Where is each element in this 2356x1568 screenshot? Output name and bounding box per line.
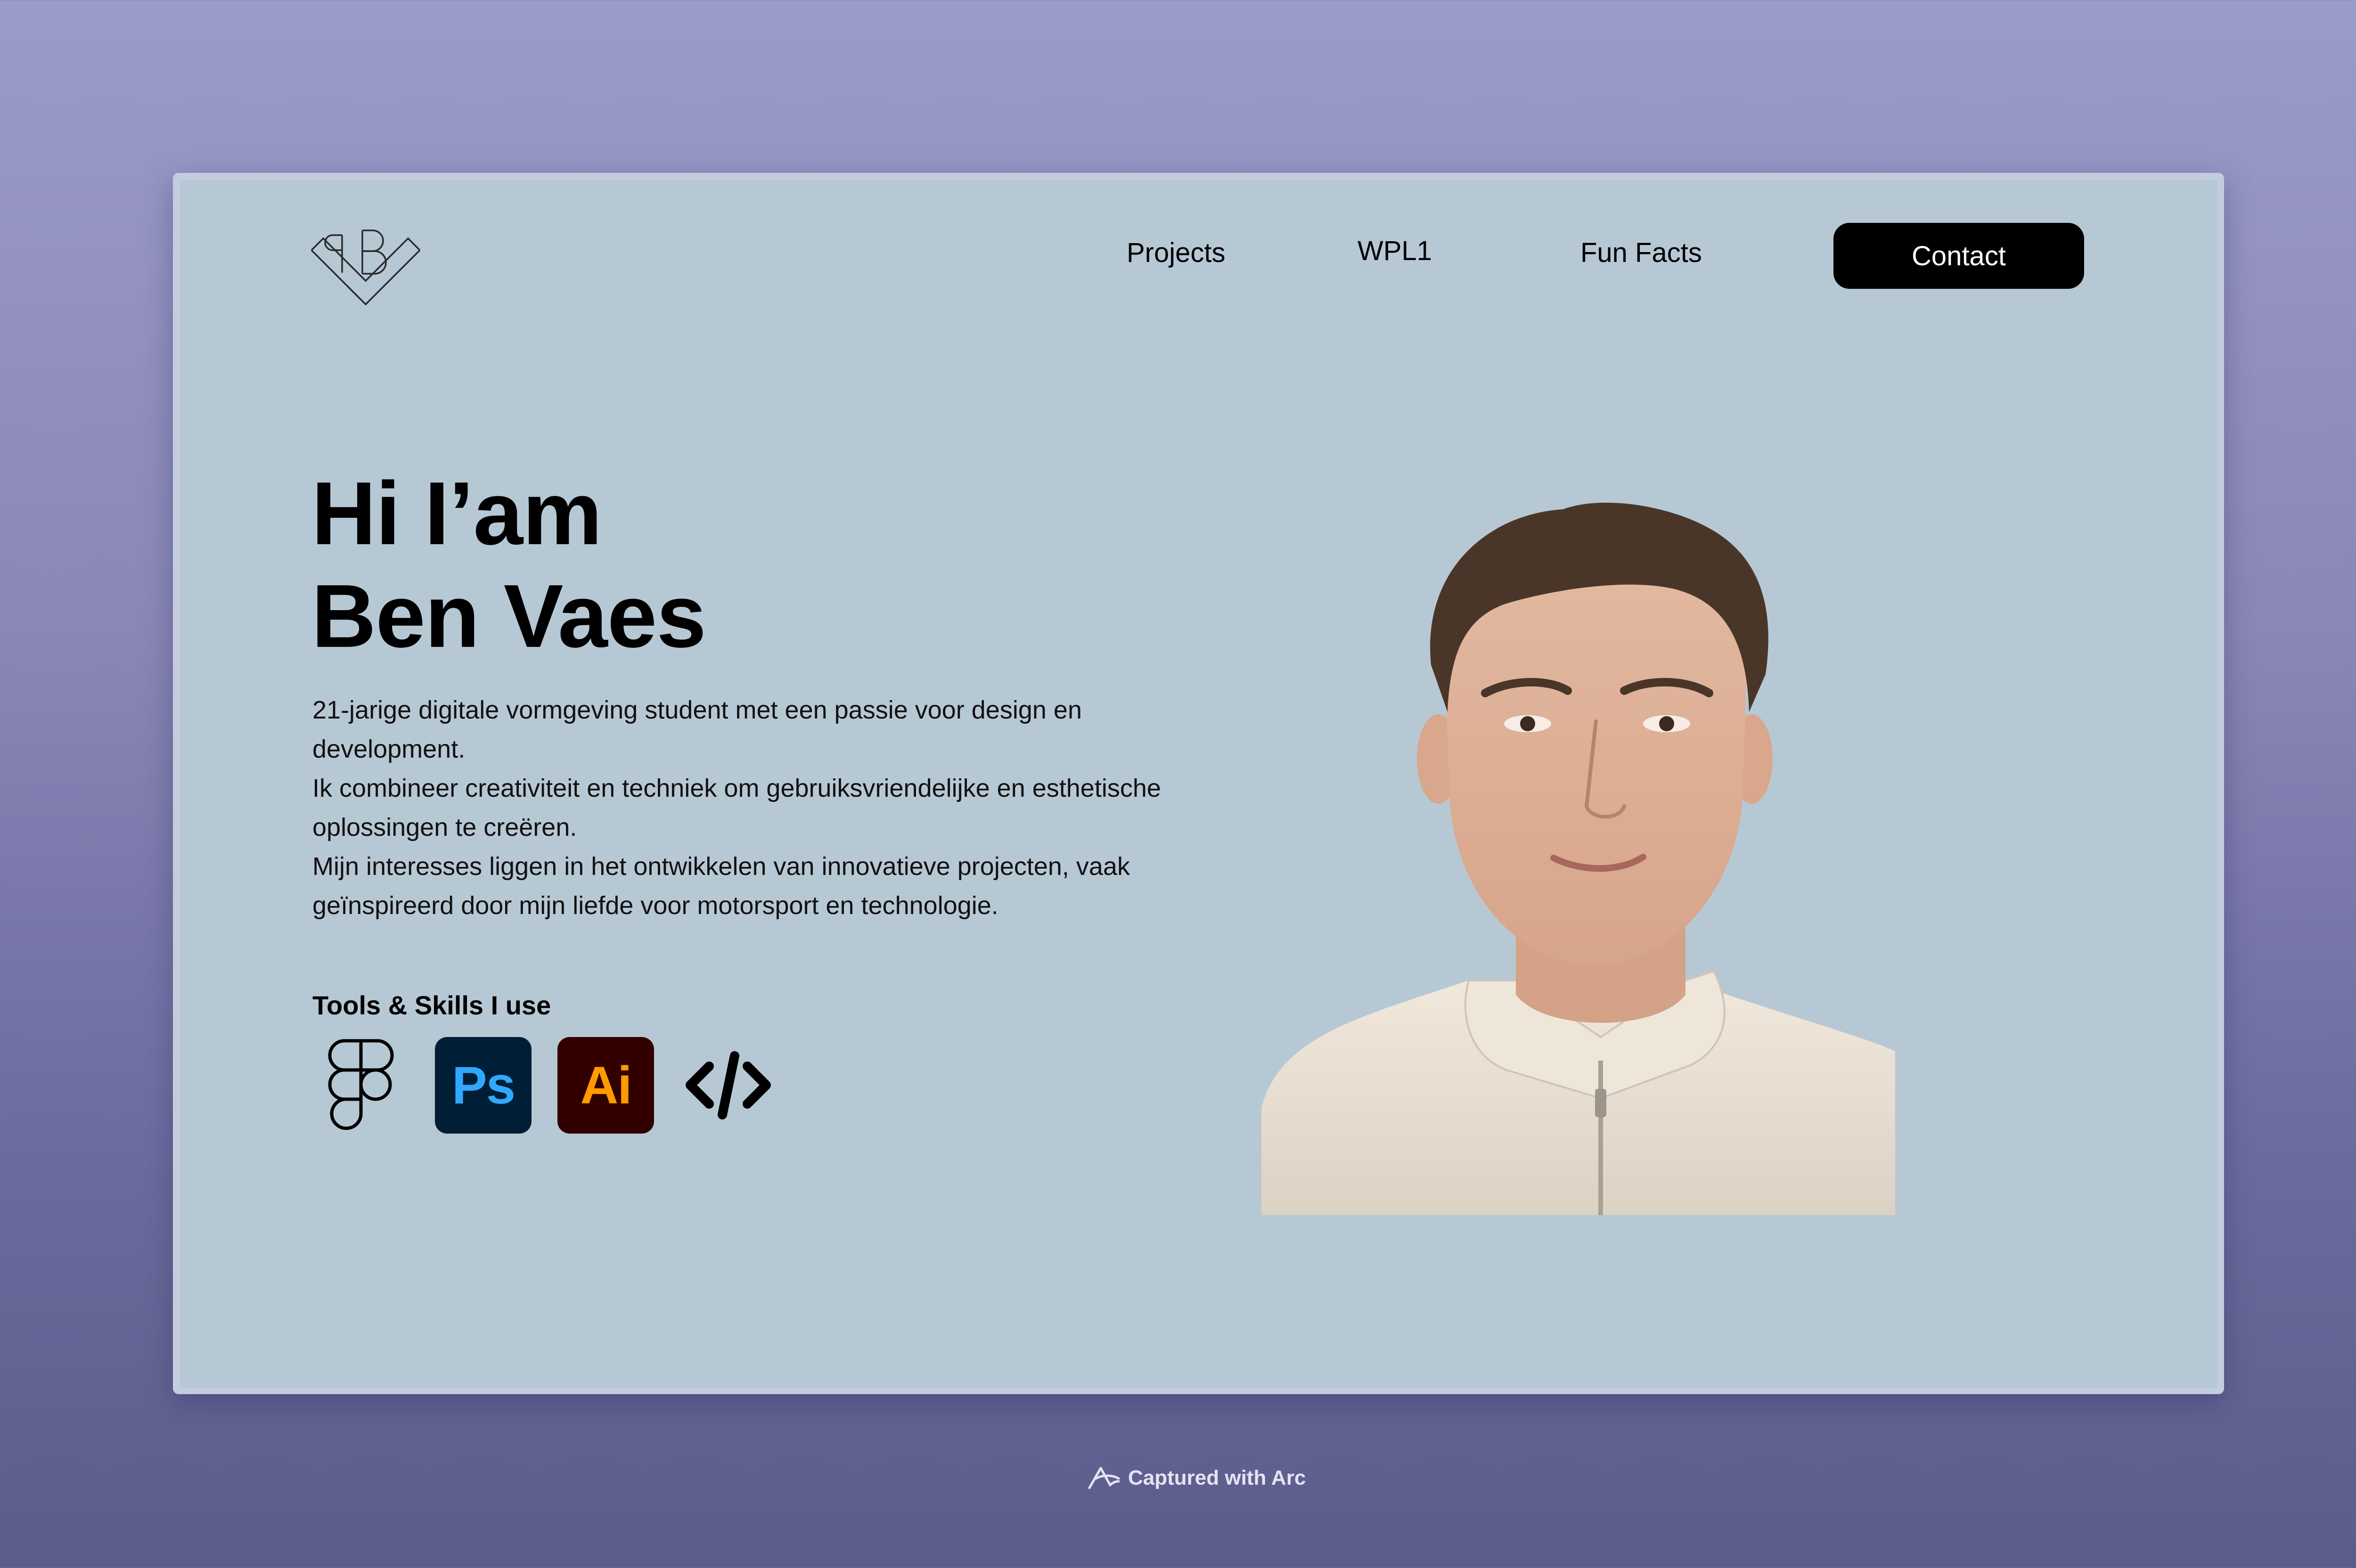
nav-link-projects[interactable]: Projects (1127, 237, 1226, 269)
code-icon (680, 1037, 777, 1134)
arc-capture-caption: Captured with Arc (1087, 1464, 1306, 1492)
hero-title-line-2: Ben Vaes (311, 566, 706, 666)
nav-link-wpl1[interactable]: WPL1 (1358, 235, 1432, 267)
bio-paragraph-1: 21-jarige digitale vormgeving student me… (312, 696, 1082, 763)
bio-paragraph-2: Ik combineer creativiteit en techniek om… (312, 774, 1161, 841)
contact-button[interactable]: Contact (1833, 223, 2084, 289)
arc-logo-icon (1088, 1467, 1120, 1489)
arc-caption-text: Captured with Arc (1128, 1466, 1306, 1489)
hero-title: Hi I’am Ben Vaes (311, 462, 706, 668)
tools-list: Ps Ai (312, 1037, 777, 1134)
bio-paragraph-3: Mijn interesses liggen in het ontwikkele… (312, 852, 1130, 920)
nav-link-fun-facts[interactable]: Fun Facts (1580, 237, 1702, 269)
tools-heading: Tools & Skills I use (312, 990, 551, 1020)
photoshop-label: Ps (452, 1056, 515, 1115)
illustrator-icon: Ai (557, 1037, 654, 1134)
hero-title-line-1: Hi I’am (311, 464, 602, 564)
main-nav: Projects WPL1 Fun Facts Contact (180, 223, 2217, 289)
photoshop-icon: Ps (435, 1037, 532, 1134)
portrait-photo (1261, 502, 1895, 1215)
figma-icon (312, 1037, 409, 1134)
browser-page: Projects WPL1 Fun Facts Contact Hi I’am … (173, 173, 2224, 1394)
bio-text: 21-jarige digitale vormgeving student me… (312, 691, 1208, 925)
illustrator-label: Ai (580, 1056, 632, 1115)
